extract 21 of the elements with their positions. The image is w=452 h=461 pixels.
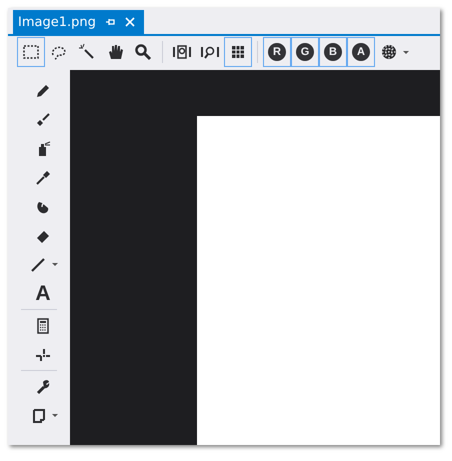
channel-toggle[interactable]: R: [263, 37, 291, 67]
checkerboard-icon: [380, 43, 398, 61]
tab-title: Image1.png: [18, 14, 96, 30]
channel-toggle[interactable]: A: [347, 37, 375, 67]
channel-toggle[interactable]: G: [291, 37, 319, 67]
eyedropper-icon: [34, 168, 52, 186]
pin-icon[interactable]: [104, 16, 116, 28]
line-icon: [28, 256, 46, 274]
magic-wand-icon: [78, 43, 96, 61]
actual-size-icon: [173, 43, 191, 61]
zoom-icon: [134, 43, 152, 61]
tool-button[interactable]: [17, 37, 45, 67]
grid-icon: [229, 43, 247, 61]
close-icon[interactable]: [124, 16, 136, 28]
channel-toggle[interactable]: B: [319, 37, 347, 67]
document-tab[interactable]: Image1.png: [13, 10, 144, 34]
tool-button[interactable]: [224, 37, 252, 67]
wrench-icon: [34, 378, 52, 396]
hand-icon: [106, 43, 124, 61]
tool-button[interactable]: A: [16, 279, 62, 308]
rectangle-select-icon: [22, 43, 40, 61]
